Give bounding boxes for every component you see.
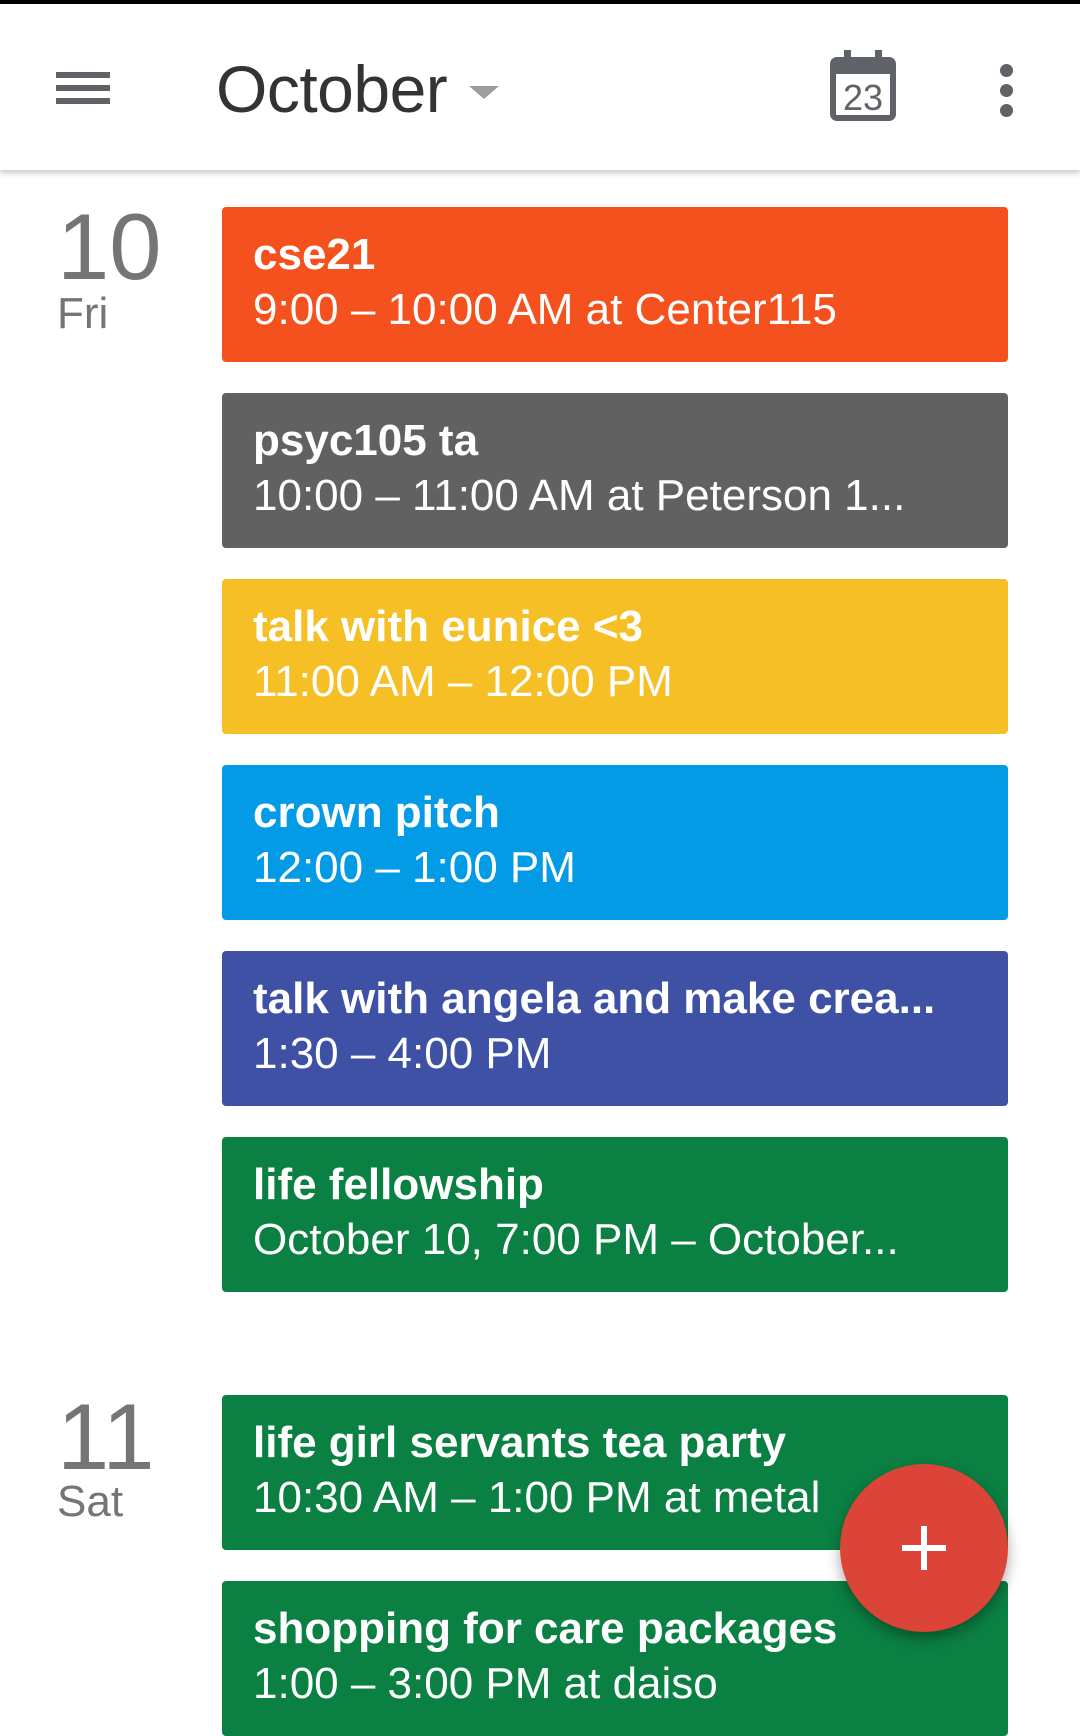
day-number: 11	[57, 1384, 155, 1489]
dropdown-arrow-icon	[469, 85, 500, 99]
today-calendar-icon[interactable]: 23	[830, 48, 896, 122]
event-time-location: 11:00 AM – 12:00 PM	[253, 657, 673, 706]
event-title: life fellowship	[253, 1160, 544, 1209]
today-date-text: 23	[843, 77, 883, 118]
event-title: cse21	[253, 230, 376, 279]
event-title: psyc105 ta	[253, 416, 479, 465]
more-options-icon[interactable]	[990, 60, 1024, 120]
event-card[interactable]: crown pitch 12:00 – 1:00 PM	[222, 765, 1008, 920]
event-card[interactable]: psyc105 ta 10:00 – 11:00 AM at Peterson …	[222, 393, 1008, 548]
month-title: October	[216, 52, 448, 126]
day-weekday: Sat	[57, 1477, 124, 1526]
event-time-location: 1:30 – 4:00 PM	[253, 1029, 552, 1078]
event-time-location: 10:00 – 11:00 AM at Peterson 1...	[253, 471, 906, 520]
event-time-location: 1:00 – 3:00 PM at daiso	[253, 1659, 718, 1708]
day-weekday: Fri	[57, 289, 109, 338]
event-time-location: 12:00 – 1:00 PM	[253, 843, 576, 892]
event-title: talk with eunice <3	[253, 602, 644, 651]
event-card[interactable]: talk with angela and make crea... 1:30 –…	[222, 951, 1008, 1106]
event-time-location: 9:00 – 10:00 AM at Center115	[253, 285, 837, 334]
event-title: crown pitch	[253, 788, 500, 837]
event-card[interactable]: life fellowship October 10, 7:00 PM – Oc…	[222, 1137, 1008, 1292]
event-time-location: October 10, 7:00 PM – October...	[253, 1215, 899, 1264]
event-title: life girl servants tea party	[253, 1418, 787, 1467]
event-card[interactable]: cse21 9:00 – 10:00 AM at Center115	[222, 207, 1008, 362]
hamburger-menu-icon[interactable]	[54, 66, 112, 110]
add-event-button[interactable]	[840, 1464, 1008, 1632]
month-selector[interactable]: October	[216, 44, 500, 134]
app-bar: October 23	[0, 4, 1080, 170]
event-card[interactable]: talk with eunice <3 11:00 AM – 12:00 PM	[222, 579, 1008, 734]
event-title: talk with angela and make crea...	[253, 974, 936, 1023]
day-number: 10	[57, 194, 162, 299]
